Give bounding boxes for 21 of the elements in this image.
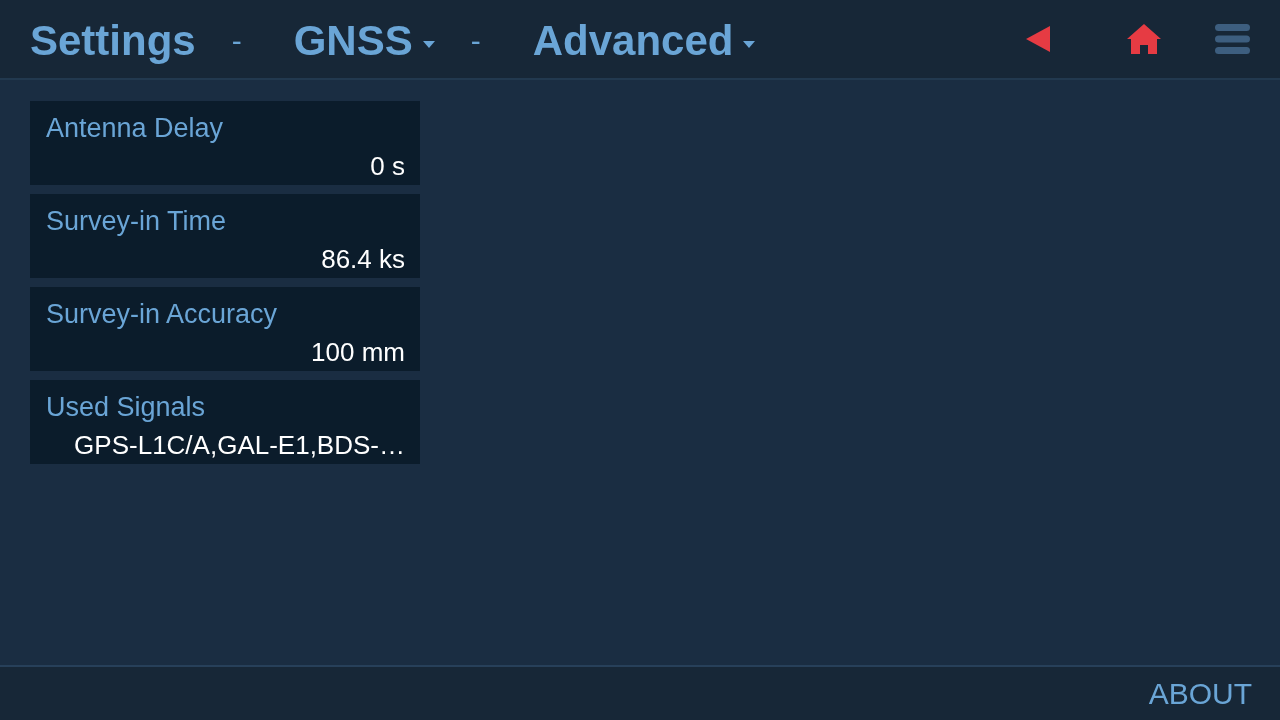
breadcrumb-dropdown[interactable]: Advanced [532, 17, 756, 65]
breadcrumb-separator: - [470, 23, 481, 59]
setting-item[interactable]: Used Signals GPS-L1C/A,GAL-E1,BDS-… [30, 380, 420, 464]
breadcrumb-dropdown[interactable]: GNSS [293, 17, 435, 65]
about-link[interactable]: ABOUT [1148, 675, 1252, 712]
menu-icon[interactable] [1215, 24, 1250, 54]
setting-label: Used Signals [46, 391, 207, 423]
setting-label: Antenna Delay [46, 112, 225, 144]
setting-value: 100 mm [310, 336, 405, 368]
setting-item[interactable]: Survey-in Time 86.4 ks [30, 194, 420, 278]
setting-label: Survey-in Time [46, 205, 228, 237]
left-triangle-icon[interactable] [1026, 26, 1050, 52]
breadcrumb-separator: - [231, 23, 242, 59]
setting-value: 86.4 ks [320, 243, 405, 275]
setting-label: Survey-in Accuracy [46, 298, 279, 330]
setting-item[interactable]: Antenna Delay 0 s [30, 101, 420, 185]
setting-value: GPS-L1C/A,GAL-E1,BDS-… [73, 429, 405, 461]
setting-item[interactable]: Survey-in Accuracy 100 mm [30, 287, 420, 371]
breadcrumb-link[interactable]: Settings [30, 17, 196, 65]
setting-value: 0 s [369, 150, 405, 182]
home-icon[interactable] [1127, 24, 1161, 54]
